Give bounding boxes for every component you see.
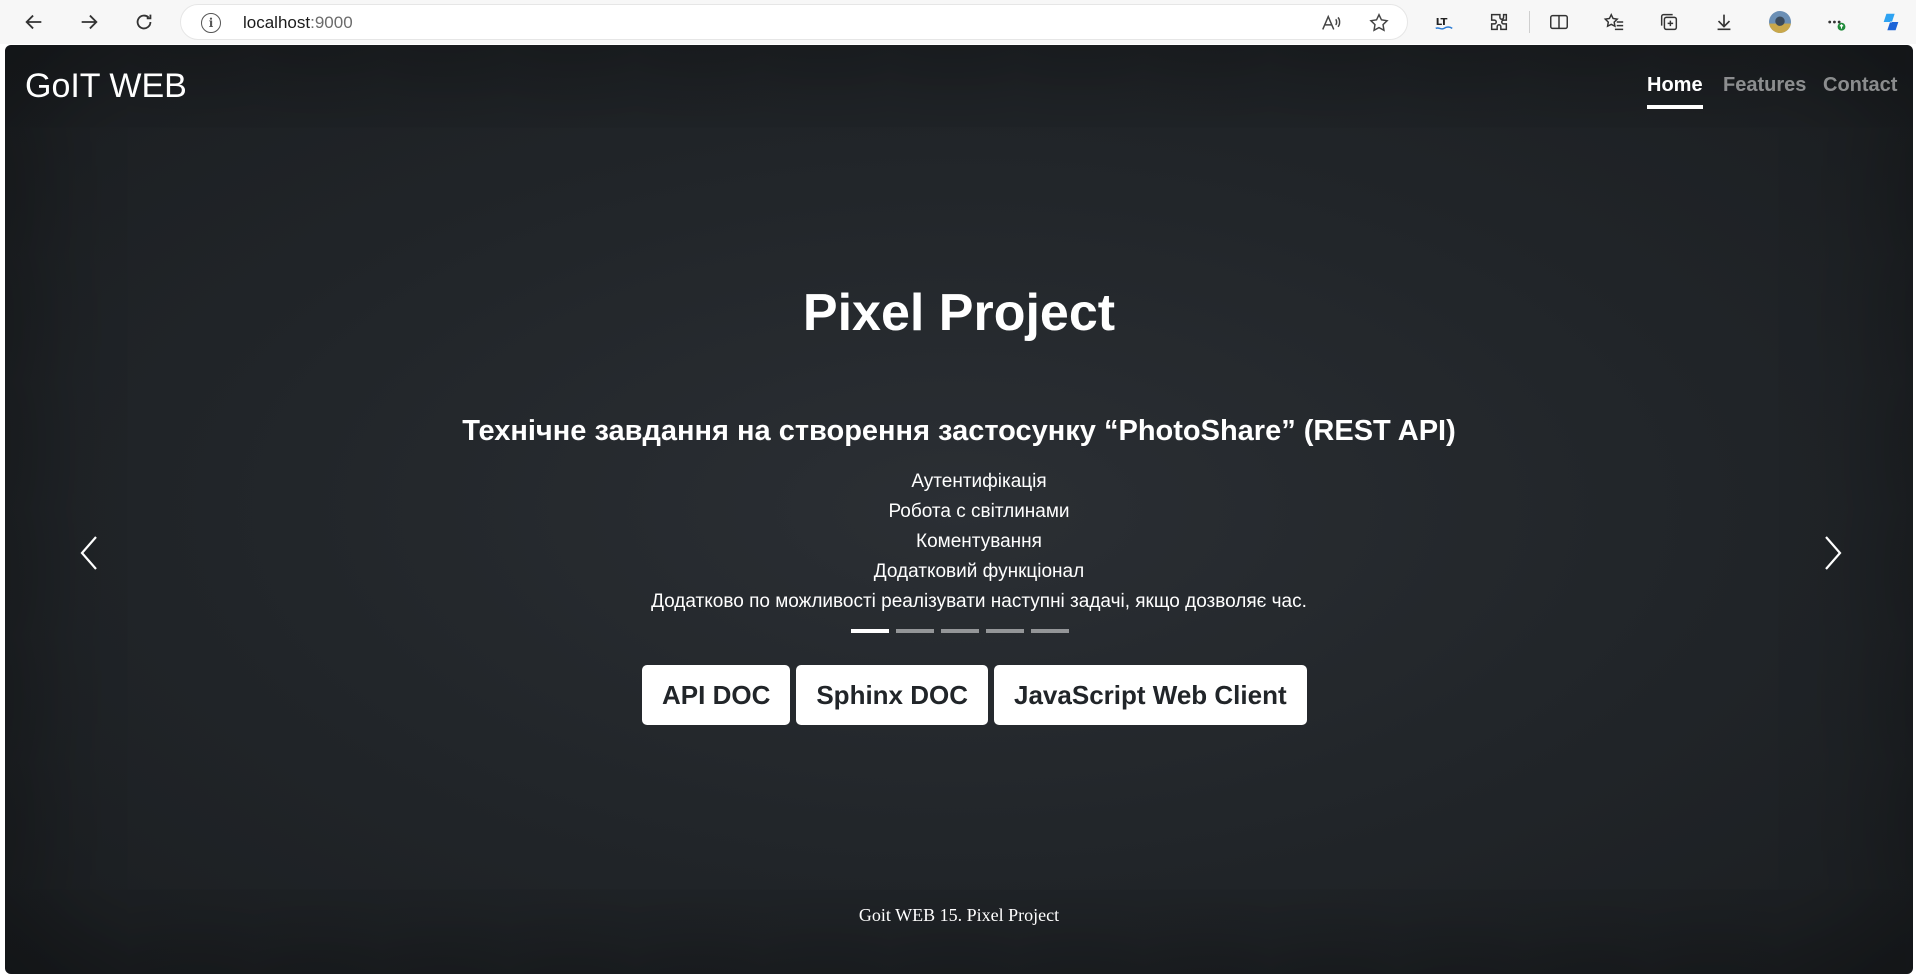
- slide-item: Аутентифікація: [911, 471, 1047, 492]
- address-bar[interactable]: i localhost:9000: [180, 4, 1408, 40]
- nav-link-contact[interactable]: Contact: [1823, 74, 1897, 105]
- browser-toolbar: i localhost:9000 LT: [0, 0, 1916, 44]
- extensions-icon[interactable]: [1485, 8, 1513, 36]
- more-icon[interactable]: [1822, 8, 1850, 36]
- slide-item: Додатково по можливості реалізувати наст…: [651, 591, 1307, 612]
- slide-item: Додатковий функціонал: [873, 561, 1085, 582]
- sphinx-doc-button[interactable]: Sphinx DOC: [796, 665, 989, 725]
- nav-link-features[interactable]: Features: [1723, 74, 1806, 105]
- split-screen-icon[interactable]: [1545, 8, 1573, 36]
- page-viewport: Pixel Project Технічне завдання на створ…: [5, 45, 1913, 974]
- url-text: localhost:9000: [243, 13, 353, 33]
- javascript-web-client-button[interactable]: JavaScript Web Client: [994, 665, 1307, 725]
- favorite-star-icon[interactable]: [1367, 11, 1391, 35]
- action-buttons: API DOC Sphinx DOC JavaScript Web Client: [642, 665, 1307, 725]
- footer-text: Goit WEB 15. Pixel Project: [858, 905, 1060, 925]
- collections-icon[interactable]: [1655, 8, 1683, 36]
- carousel-next-icon[interactable]: [1813, 533, 1853, 573]
- read-aloud-icon[interactable]: [1319, 11, 1343, 35]
- profile-avatar[interactable]: [1766, 8, 1794, 36]
- lt-extension-icon[interactable]: LT: [1430, 8, 1458, 36]
- slide-heading: Технічне завдання на створення застосунк…: [462, 415, 1456, 447]
- downloads-icon[interactable]: [1710, 8, 1738, 36]
- brand-logo[interactable]: GoIT WEB: [25, 67, 187, 106]
- carousel-prev-icon[interactable]: [69, 533, 109, 573]
- copilot-icon[interactable]: [1877, 8, 1905, 36]
- svg-text:LT: LT: [1436, 17, 1448, 28]
- url-port: :9000: [310, 13, 353, 32]
- carousel-indicator[interactable]: [986, 629, 1024, 633]
- carousel-indicator[interactable]: [851, 629, 889, 633]
- nav-link-home[interactable]: Home: [1647, 74, 1703, 109]
- favorites-icon[interactable]: [1600, 8, 1628, 36]
- reload-icon[interactable]: [128, 6, 160, 38]
- carousel-indicator[interactable]: [896, 629, 934, 633]
- slide-list: Аутентифікація Робота с світлинами Комен…: [5, 467, 1913, 617]
- slide-item: Робота с світлинами: [888, 501, 1070, 522]
- carousel-indicator[interactable]: [1031, 629, 1069, 633]
- back-icon[interactable]: [18, 6, 50, 38]
- carousel-indicator[interactable]: [941, 629, 979, 633]
- forward-icon[interactable]: [73, 6, 105, 38]
- url-host: localhost: [243, 13, 311, 32]
- page-title: Pixel Project: [802, 284, 1116, 342]
- toolbar-separator: [1529, 11, 1530, 33]
- carousel-indicators: [851, 629, 1069, 633]
- slide-item: Коментування: [916, 531, 1042, 552]
- hero-carousel: Pixel Project Технічне завдання на створ…: [5, 45, 1913, 974]
- api-doc-button[interactable]: API DOC: [642, 665, 791, 725]
- info-icon[interactable]: i: [201, 13, 221, 33]
